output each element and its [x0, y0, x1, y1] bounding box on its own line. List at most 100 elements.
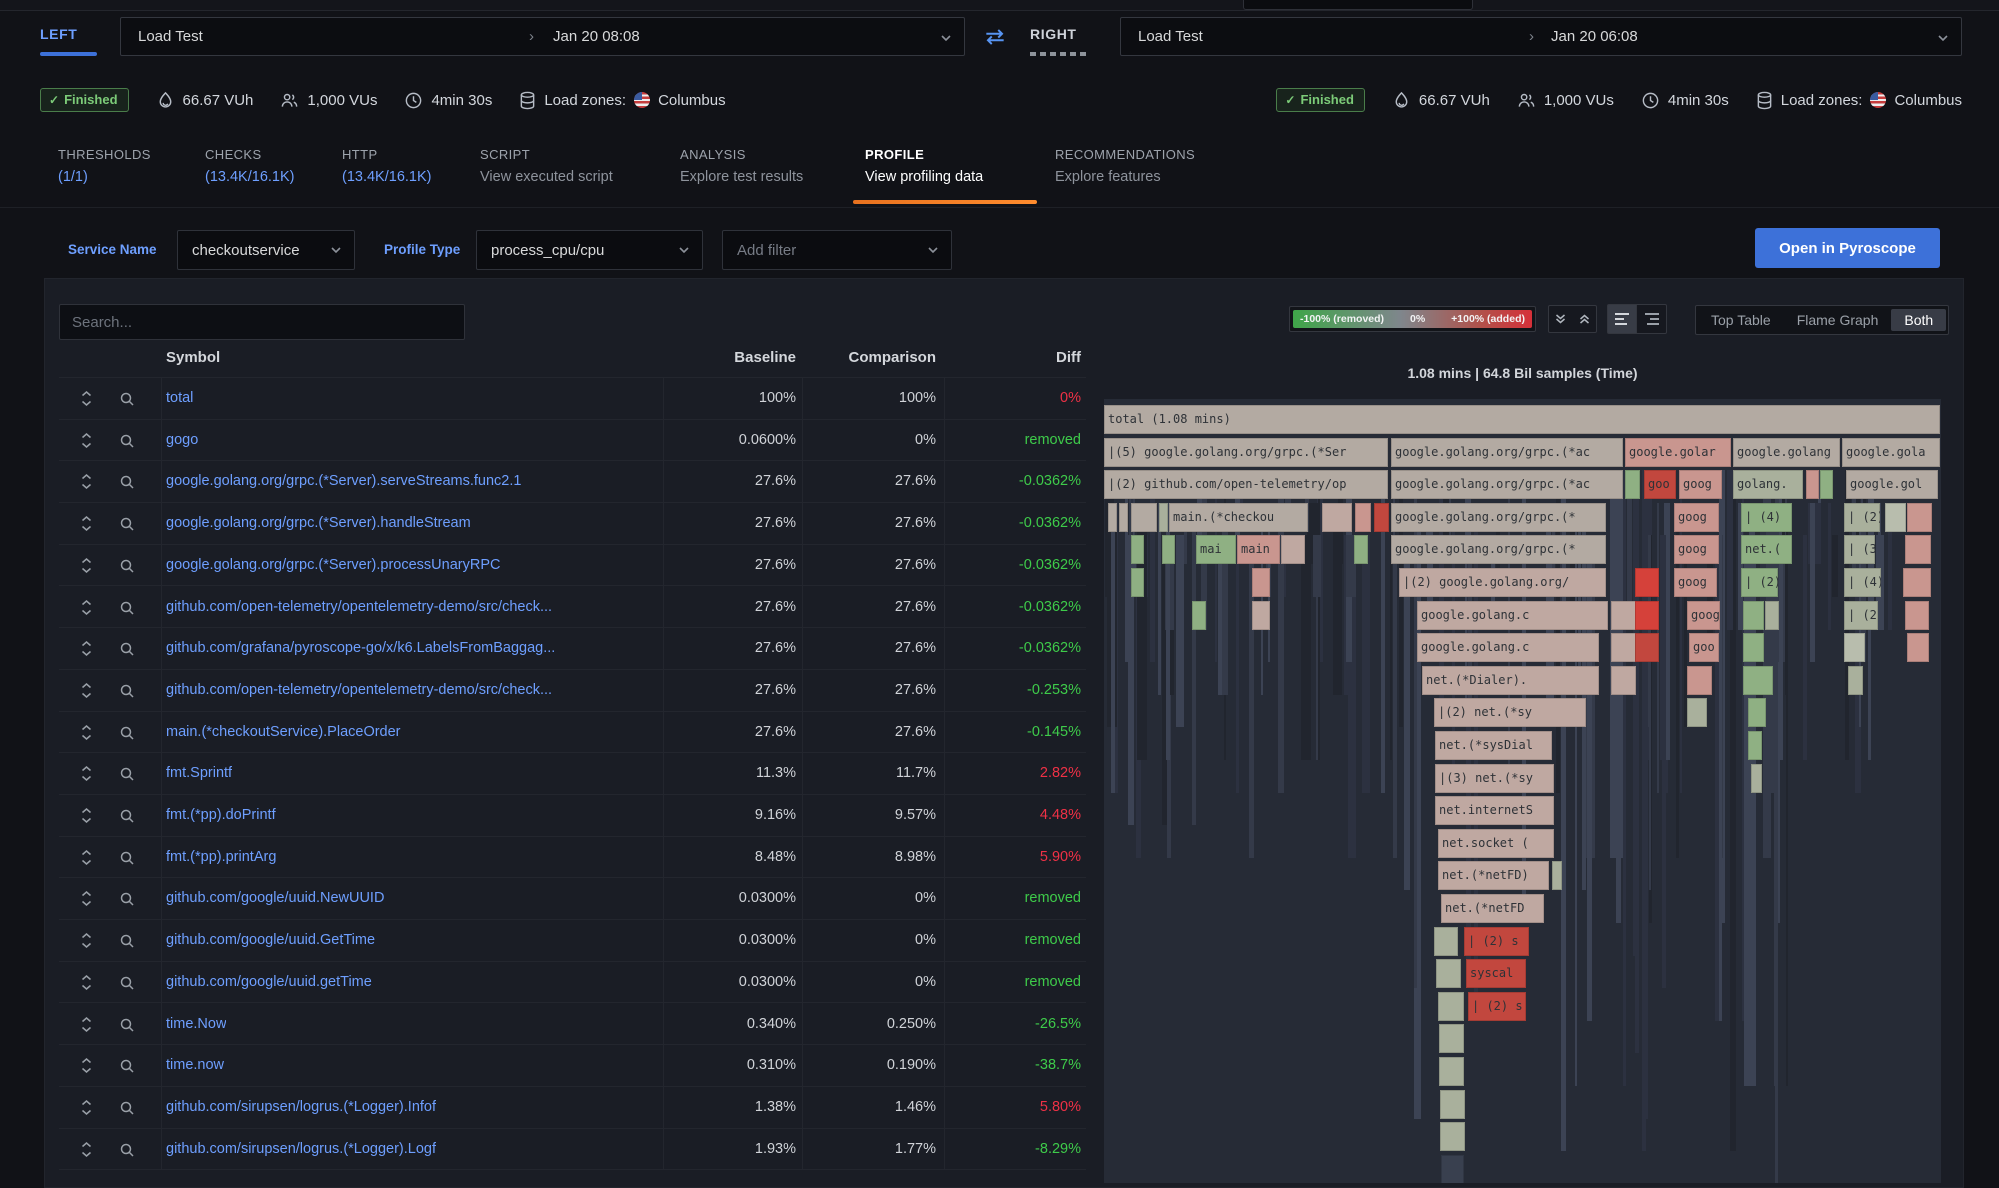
flame-node[interactable]: main [1237, 535, 1280, 564]
flame-node[interactable]: net.internetS [1435, 796, 1554, 825]
symbol-link[interactable]: main.(*checkoutService).PlaceOrder [166, 724, 401, 740]
flame-node[interactable] [1748, 731, 1762, 760]
sort-row-icon[interactable] [79, 1141, 94, 1158]
tab-recommendations[interactable]: RECOMMENDATIONSExplore features [1055, 147, 1195, 185]
flame-node[interactable] [1743, 666, 1773, 695]
flame-node[interactable]: google.golang.c [1417, 633, 1599, 662]
flame-node[interactable] [1131, 503, 1157, 532]
flame-node[interactable] [1625, 470, 1640, 499]
flame-node[interactable] [1687, 666, 1712, 695]
symbol-link[interactable]: github.com/google/uuid.getTime [166, 974, 372, 990]
flame-node[interactable] [1436, 959, 1461, 988]
flame-node[interactable]: google.golang.org/grpc.(*ac [1391, 438, 1623, 467]
tab-script[interactable]: SCRIPTView executed script [480, 147, 613, 185]
left-test-select[interactable]: Load Test › Jan 20 08:08 [120, 17, 965, 56]
flame-node[interactable]: | (2) [1844, 601, 1878, 630]
flame-node[interactable]: | (4) [1741, 503, 1792, 532]
symbol-link[interactable]: time.now [166, 1057, 224, 1073]
sort-row-icon[interactable] [79, 390, 94, 407]
flame-node[interactable] [1374, 503, 1389, 532]
flame-node[interactable] [1905, 601, 1929, 630]
flame-node[interactable] [1765, 601, 1779, 630]
service-name-select[interactable]: checkoutservice [177, 230, 355, 270]
symbol-link[interactable]: time.Now [166, 1016, 226, 1032]
sort-row-icon[interactable] [79, 890, 94, 907]
flame-node[interactable]: goo [1689, 633, 1719, 662]
tab-checks[interactable]: CHECKS(13.4K/16.1K) [205, 147, 294, 185]
column-header-comparison[interactable]: Comparison [802, 349, 936, 366]
sort-row-icon[interactable] [79, 974, 94, 991]
flame-node[interactable]: | (4) [1844, 568, 1881, 597]
flame-node[interactable] [1440, 1090, 1465, 1119]
swap-icon[interactable] [982, 24, 1008, 50]
right-test-select[interactable]: Load Test › Jan 20 06:08 [1120, 17, 1962, 56]
flame-node[interactable]: |(2) net.(*sy [1434, 698, 1586, 727]
symbol-link[interactable]: github.com/open-telemetry/opentelemetry-… [166, 599, 552, 615]
flame-node[interactable] [1552, 861, 1562, 890]
flame-node[interactable] [1131, 535, 1144, 564]
flame-node[interactable] [1635, 601, 1659, 630]
flame-node[interactable] [1355, 503, 1371, 532]
flame-node[interactable] [1354, 535, 1368, 564]
search-row-icon[interactable] [119, 558, 135, 574]
search-row-icon[interactable] [119, 850, 135, 866]
flame-node[interactable]: syscal [1466, 959, 1526, 988]
sort-row-icon[interactable] [79, 932, 94, 949]
view-option-top-table[interactable]: Top Table [1698, 309, 1784, 331]
search-row-icon[interactable] [119, 683, 135, 699]
sort-row-icon[interactable] [79, 1016, 94, 1033]
open-in-pyroscope-button[interactable]: Open in Pyroscope [1755, 228, 1940, 268]
flame-node[interactable] [1252, 601, 1270, 630]
flame-node[interactable]: | (2) s [1464, 927, 1529, 956]
symbol-link[interactable]: total [166, 390, 193, 406]
flame-node[interactable]: goog [1679, 470, 1722, 499]
flame-node[interactable] [1751, 764, 1762, 793]
flame-node[interactable] [1281, 535, 1305, 564]
sort-row-icon[interactable] [79, 849, 94, 866]
flame-node[interactable]: |(2) github.com/open-telemetry/op [1104, 470, 1388, 499]
flame-node[interactable]: google.golar [1625, 438, 1731, 467]
flame-node[interactable]: goog [1687, 601, 1720, 630]
sort-row-icon[interactable] [79, 432, 94, 449]
flame-node[interactable]: net.( [1741, 535, 1792, 564]
flame-node[interactable]: goog [1674, 568, 1717, 597]
flame-node[interactable]: net.(*netFD) [1438, 861, 1549, 890]
flame-node[interactable]: google.gola [1842, 438, 1940, 467]
search-row-icon[interactable] [119, 1100, 135, 1116]
expand-all-button[interactable] [1572, 305, 1597, 333]
symbol-link[interactable]: github.com/sirupsen/logrus.(*Logger).Inf… [166, 1099, 436, 1115]
flame-node[interactable] [1434, 927, 1458, 956]
flame-node[interactable]: net.(*netFD [1441, 894, 1544, 923]
search-row-icon[interactable] [119, 725, 135, 741]
profile-type-select[interactable]: process_cpu/cpu [476, 230, 703, 270]
search-row-icon[interactable] [119, 891, 135, 907]
flame-node[interactable]: |(5) google.golang.org/grpc.(*Ser [1104, 438, 1388, 467]
flame-node[interactable] [1439, 1024, 1464, 1053]
sort-row-icon[interactable] [79, 599, 94, 616]
symbol-link[interactable]: github.com/sirupsen/logrus.(*Logger).Log… [166, 1141, 436, 1157]
flame-node[interactable] [1907, 633, 1929, 662]
search-row-icon[interactable] [119, 391, 135, 407]
add-filter-select[interactable]: Add filter [722, 230, 952, 270]
flame-node[interactable]: net.socket ( [1438, 829, 1554, 858]
tab-http[interactable]: HTTP(13.4K/16.1K) [342, 147, 431, 185]
flame-node[interactable] [1806, 470, 1819, 499]
symbol-link[interactable]: google.golang.org/grpc.(*Server).handleS… [166, 515, 471, 531]
flame-node[interactable] [1743, 633, 1764, 662]
sort-row-icon[interactable] [79, 515, 94, 532]
flame-node[interactable] [1611, 666, 1636, 695]
symbol-link[interactable]: google.golang.org/grpc.(*Server).serveSt… [166, 473, 521, 489]
flame-node[interactable]: goog [1674, 503, 1719, 532]
search-row-icon[interactable] [119, 1142, 135, 1158]
flame-node[interactable]: google.golang.org/grpc.(* [1391, 535, 1606, 564]
symbol-link[interactable]: fmt.(*pp).printArg [166, 849, 276, 865]
flame-node[interactable]: | (2) s [1468, 992, 1526, 1021]
flame-node[interactable] [1192, 601, 1206, 630]
column-header-symbol[interactable]: Symbol [166, 349, 220, 366]
flame-node[interactable]: google.golang [1733, 438, 1840, 467]
flame-node[interactable]: goo [1644, 470, 1676, 499]
search-row-icon[interactable] [119, 641, 135, 657]
sort-row-icon[interactable] [79, 1099, 94, 1116]
sort-row-icon[interactable] [79, 1057, 94, 1074]
flame-node[interactable]: google.golang.c [1417, 601, 1608, 630]
